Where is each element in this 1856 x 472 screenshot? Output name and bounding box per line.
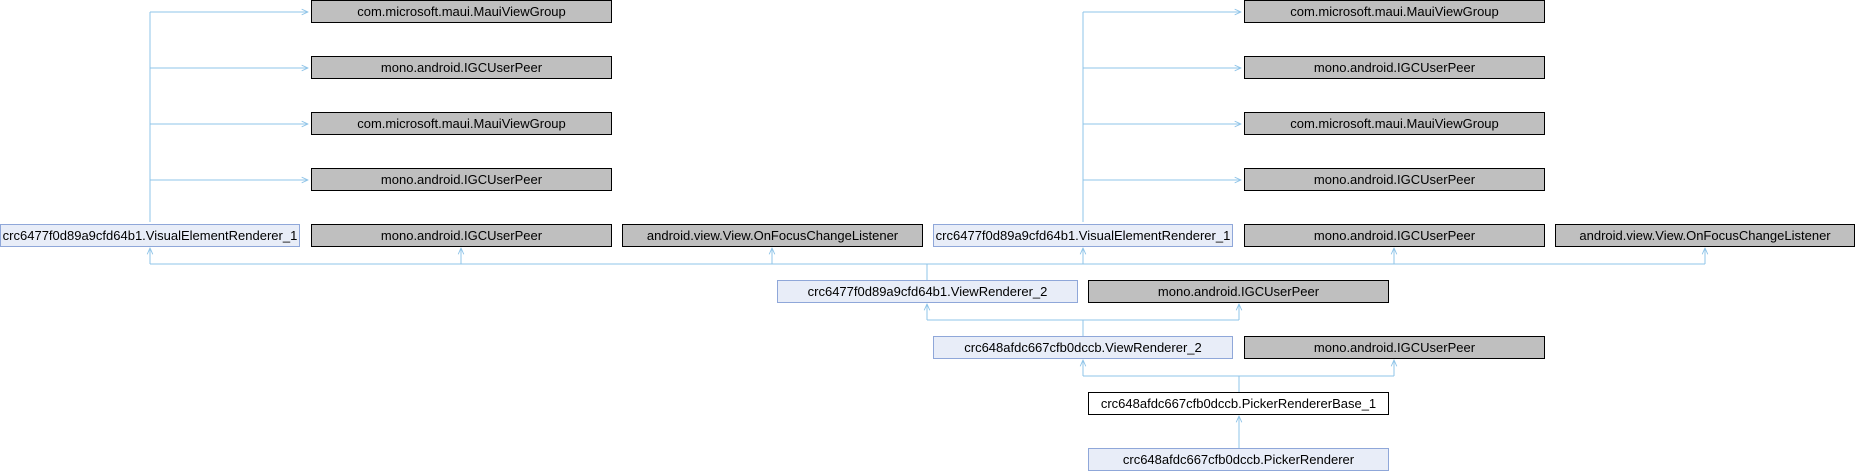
class-node-pickerrendererbase[interactable]: crc648afdc667cfb0dccb.PickerRendererBase…	[1088, 392, 1389, 415]
class-node-igcuserpeer-r4[interactable]: mono.android.IGCUserPeer	[1244, 168, 1545, 191]
class-node-visualelementrenderer-left[interactable]: crc6477f0d89a9cfd64b1.VisualElementRende…	[0, 224, 300, 247]
class-node-mauiviewgroup-r1[interactable]: com.microsoft.maui.MauiViewGroup	[1244, 0, 1545, 23]
edge-group-viewrenderer-top	[150, 248, 1705, 280]
class-node-mauiviewgroup-r3[interactable]: com.microsoft.maui.MauiViewGroup	[1244, 112, 1545, 135]
class-node-igcuserpeer-row-c[interactable]: mono.android.IGCUserPeer	[1088, 280, 1389, 303]
inheritance-diagram: com.microsoft.maui.MauiViewGroup mono.an…	[0, 0, 1856, 472]
class-node-viewrenderer-crc6477[interactable]: crc6477f0d89a9cfd64b1.ViewRenderer_2	[777, 280, 1078, 303]
class-node-igcuserpeer-row-a[interactable]: mono.android.IGCUserPeer	[311, 224, 612, 247]
edge-group-pickerbase	[1083, 360, 1394, 392]
edge-group-viewrenderer-mid	[927, 304, 1239, 336]
edge-group-left-top	[149, 12, 308, 222]
class-node-igcuserpeer-row-b[interactable]: mono.android.IGCUserPeer	[1244, 224, 1545, 247]
class-node-onfocuschangelistener-b[interactable]: android.view.View.OnFocusChangeListener	[1555, 224, 1855, 247]
class-node-visualelementrenderer-right[interactable]: crc6477f0d89a9cfd64b1.VisualElementRende…	[933, 224, 1233, 247]
edge-group-right-top	[1082, 12, 1241, 222]
class-node-onfocuschangelistener-a[interactable]: android.view.View.OnFocusChangeListener	[622, 224, 923, 247]
class-node-igcuserpeer-row-d[interactable]: mono.android.IGCUserPeer	[1244, 336, 1545, 359]
class-node-mauiviewgroup-l3[interactable]: com.microsoft.maui.MauiViewGroup	[311, 112, 612, 135]
class-node-mauiviewgroup-l1[interactable]: com.microsoft.maui.MauiViewGroup	[311, 0, 612, 23]
class-node-pickerrenderer[interactable]: crc648afdc667cfb0dccb.PickerRenderer	[1088, 448, 1389, 471]
class-node-igcuserpeer-l2[interactable]: mono.android.IGCUserPeer	[311, 56, 612, 79]
class-node-viewrenderer-crc648[interactable]: crc648afdc667cfb0dccb.ViewRenderer_2	[933, 336, 1233, 359]
class-node-igcuserpeer-r2[interactable]: mono.android.IGCUserPeer	[1244, 56, 1545, 79]
class-node-igcuserpeer-l4[interactable]: mono.android.IGCUserPeer	[311, 168, 612, 191]
